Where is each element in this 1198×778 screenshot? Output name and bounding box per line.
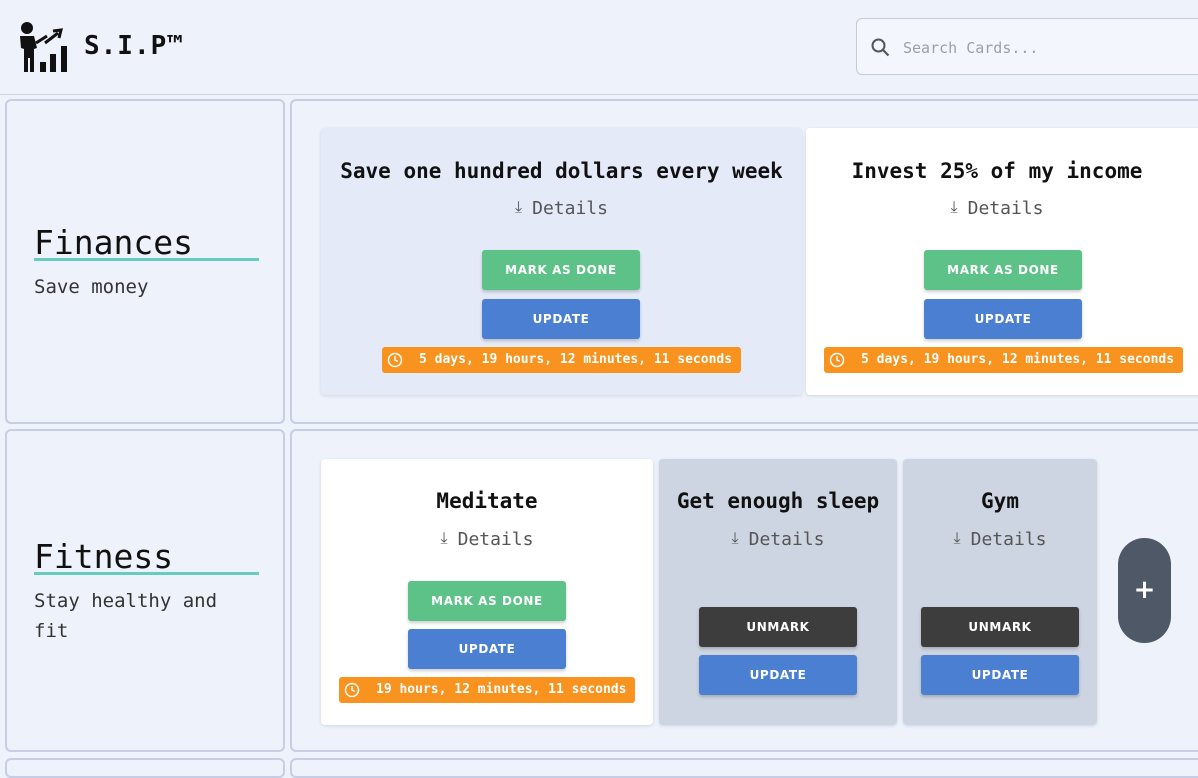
search-icon	[871, 38, 890, 57]
update-button[interactable]: UPDATE	[482, 299, 640, 339]
goal-card-completed: Gym ⤓ Details UNMARK UPDATE	[903, 459, 1097, 725]
search-input[interactable]	[901, 35, 1198, 61]
search-box[interactable]	[856, 18, 1198, 75]
add-card-button[interactable]: +	[1118, 538, 1171, 643]
countdown-text: 5 days, 19 hours, 12 minutes, 11 seconds	[861, 352, 1175, 367]
card-title: Get enough sleep	[676, 489, 880, 513]
update-button[interactable]: UPDATE	[699, 655, 857, 695]
goal-card-completed: Get enough sleep ⤓ Details UNMARK UPDATE	[659, 459, 897, 725]
card-title: Meditate	[436, 489, 538, 513]
details-label: Details	[970, 529, 1047, 550]
goal-card: Meditate ⤓ Details MARK AS DONE UPDATE 19…	[321, 459, 653, 725]
clock-icon	[387, 352, 403, 368]
category-description: Stay healthy and fit	[34, 590, 218, 642]
goal-card: Invest 25% of my income ⤓ Details MARK AS…	[806, 128, 1198, 395]
person-growth-chart-icon	[20, 22, 67, 72]
card-title: Invest 25% of my income	[851, 159, 1143, 183]
countdown-badge: 5 days, 19 hours, 12 minutes, 11 seconds	[824, 347, 1183, 373]
cards-panel-next	[290, 758, 1198, 778]
collapse-arrow-icon: ⤓	[440, 528, 448, 547]
card-title: Gym	[981, 489, 1019, 513]
unmark-button[interactable]: UNMARK	[921, 607, 1079, 647]
update-button[interactable]: UPDATE	[408, 629, 566, 669]
category-next	[5, 758, 285, 778]
details-label: Details	[748, 529, 825, 550]
details-toggle[interactable]: ⤓ Details	[321, 528, 653, 550]
category-title: Fitness	[34, 537, 174, 576]
app-brand: S.I.P™	[84, 31, 184, 61]
category-fitness: Fitness Stay healthy and fit	[5, 429, 285, 752]
update-button[interactable]: UPDATE	[924, 299, 1082, 339]
details-toggle[interactable]: ⤓ Details	[788, 197, 1198, 219]
details-label: Details	[532, 198, 608, 219]
countdown-text: 19 hours, 12 minutes, 11 seconds	[376, 682, 627, 697]
clock-icon	[829, 352, 845, 368]
card-title: Save one hundred dollars every week	[340, 159, 783, 183]
details-label: Details	[967, 198, 1044, 219]
update-button[interactable]: UPDATE	[921, 655, 1079, 695]
category-finances: Finances Save money	[5, 99, 285, 424]
cards-panel-finances: Save one hundred dollars every week ⤓ Det…	[290, 99, 1198, 424]
details-toggle[interactable]: ⤓ Details	[659, 528, 897, 550]
countdown-badge: 5 days, 19 hours, 12 minutes, 11 seconds	[382, 347, 741, 373]
collapse-arrow-icon: ⤓	[950, 197, 958, 216]
collapse-arrow-icon: ⤓	[731, 528, 739, 547]
unmark-button[interactable]: UNMARK	[699, 607, 857, 647]
category-description: Save money	[34, 276, 149, 298]
countdown-badge: 19 hours, 12 minutes, 11 seconds	[339, 677, 635, 703]
clock-icon	[344, 682, 360, 698]
mark-as-done-button[interactable]: MARK AS DONE	[482, 250, 640, 290]
details-label: Details	[457, 529, 534, 550]
details-toggle[interactable]: ⤓ Details	[321, 197, 802, 219]
countdown-text: 5 days, 19 hours, 12 minutes, 11 seconds	[419, 352, 733, 367]
collapse-arrow-icon: ⤓	[953, 528, 961, 547]
mark-as-done-button[interactable]: MARK AS DONE	[924, 250, 1082, 290]
app-header: S.I.P™	[0, 0, 1198, 95]
category-underline	[34, 572, 259, 575]
collapse-arrow-icon: ⤓	[515, 197, 523, 216]
cards-panel-fitness: Meditate ⤓ Details MARK AS DONE UPDATE 19…	[290, 429, 1198, 752]
details-toggle[interactable]: ⤓ Details	[903, 528, 1097, 550]
category-underline	[34, 258, 259, 261]
category-title: Finances	[34, 223, 193, 262]
mark-as-done-button[interactable]: MARK AS DONE	[408, 581, 566, 621]
goal-card: Save one hundred dollars every week ⤓ Det…	[321, 128, 802, 395]
